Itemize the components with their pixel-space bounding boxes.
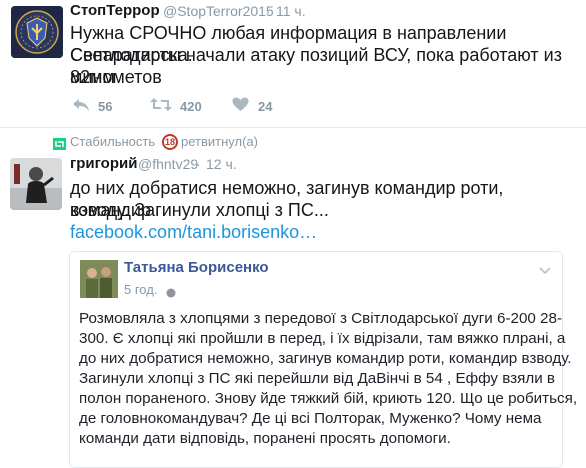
avatar[interactable] (10, 158, 62, 210)
card-text-line: 300. Є хлопці які пройшли в перед, і їх … (79, 330, 566, 347)
like-count: 24 (258, 99, 273, 114)
heart-icon (232, 97, 249, 111)
author-handle[interactable]: @fhntv29 (138, 156, 198, 172)
reply-icon (73, 99, 89, 111)
retweet-button[interactable] (150, 97, 172, 117)
retweet-icon (150, 98, 172, 111)
person-photo-icon (10, 158, 62, 210)
card-text-line: до них добратися неможно, загинув команд… (79, 350, 572, 367)
author-handle[interactable]: @StopTerror2015 (163, 3, 274, 19)
card-text-line: полон пораненого. Знову йде тяжкий бій, … (79, 390, 578, 407)
retweeter-name[interactable]: Стабильность (70, 134, 155, 149)
globe-icon (166, 285, 176, 303)
tweet-time[interactable]: 11 ч. (276, 3, 306, 19)
card-time: 5 год. (124, 282, 158, 297)
separator-dot: · (196, 156, 201, 172)
separator-dot: · (266, 3, 271, 19)
author-name[interactable]: СтопТеррор (70, 2, 160, 19)
retweet-action-text: ретвитнул(а) (181, 134, 258, 149)
card-text-line: Розмовляла з хлопцями з передової з Світ… (79, 310, 563, 327)
retweet-context-icon (53, 137, 66, 155)
card-text-line: де головнокомандувач? Де ці всі Полторак… (79, 410, 542, 427)
author-name[interactable]: григорий (70, 155, 137, 172)
shield-logo-icon (11, 6, 63, 58)
card-avatar (80, 260, 118, 298)
divider (0, 127, 586, 128)
card-text-line: команди дати відповідь, поранені просять… (79, 430, 451, 447)
reply-button[interactable] (72, 98, 90, 117)
reply-count: 56 (98, 99, 113, 114)
avatar[interactable] (11, 6, 63, 58)
tweet-time[interactable]: 12 ч. (206, 156, 237, 172)
card-text-line: Загинули хлопці з ПС які перейшли від Да… (79, 370, 555, 387)
retweet-count: 420 (180, 99, 202, 114)
age-badge: 18 (162, 134, 178, 150)
card-author-name[interactable]: Татьяна Борисенко (124, 259, 269, 276)
tweet-text-line: минометов (70, 67, 162, 87)
people-photo-icon (80, 260, 118, 298)
chevron-down-icon[interactable] (539, 262, 551, 280)
like-button[interactable] (232, 97, 249, 117)
tweet-text-line: взводу. Загинули хлопці з ПС... (70, 200, 329, 220)
tweet-link[interactable]: facebook.com/tani.borisenko… (70, 221, 317, 243)
